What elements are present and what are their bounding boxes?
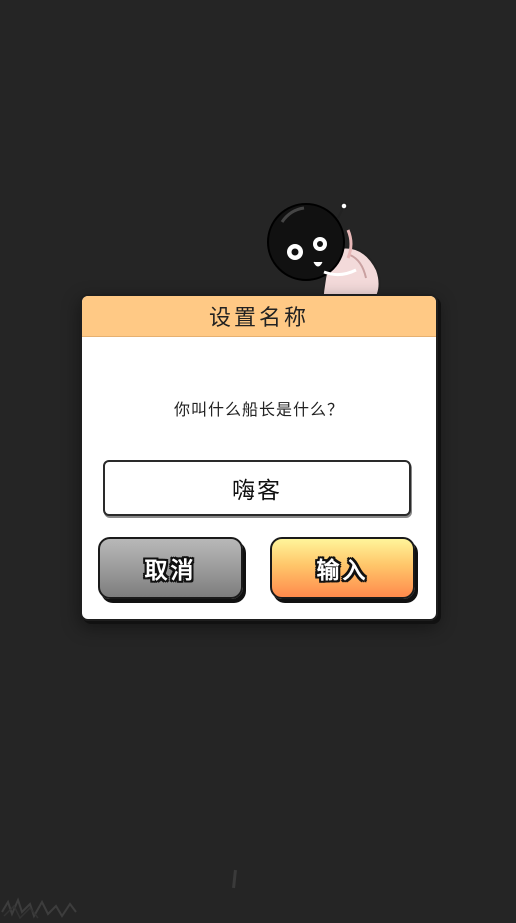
- cancel-button[interactable]: 取消: [98, 537, 243, 599]
- corner-scribble-icon: [0, 892, 80, 920]
- confirm-button[interactable]: 输入: [270, 537, 415, 599]
- set-name-dialog: 设置名称 你叫什么船长是什么？ 嗨客 取消 输入: [80, 294, 438, 621]
- astronaut-mascot-icon: [262, 200, 392, 305]
- name-input[interactable]: 嗨客: [103, 460, 411, 516]
- dialog-header: 设置名称: [82, 296, 436, 337]
- decorative-stroke: [232, 869, 237, 889]
- dialog-title: 设置名称: [208, 306, 309, 331]
- dialog-message: 你叫什么船长是什么？: [173, 400, 344, 419]
